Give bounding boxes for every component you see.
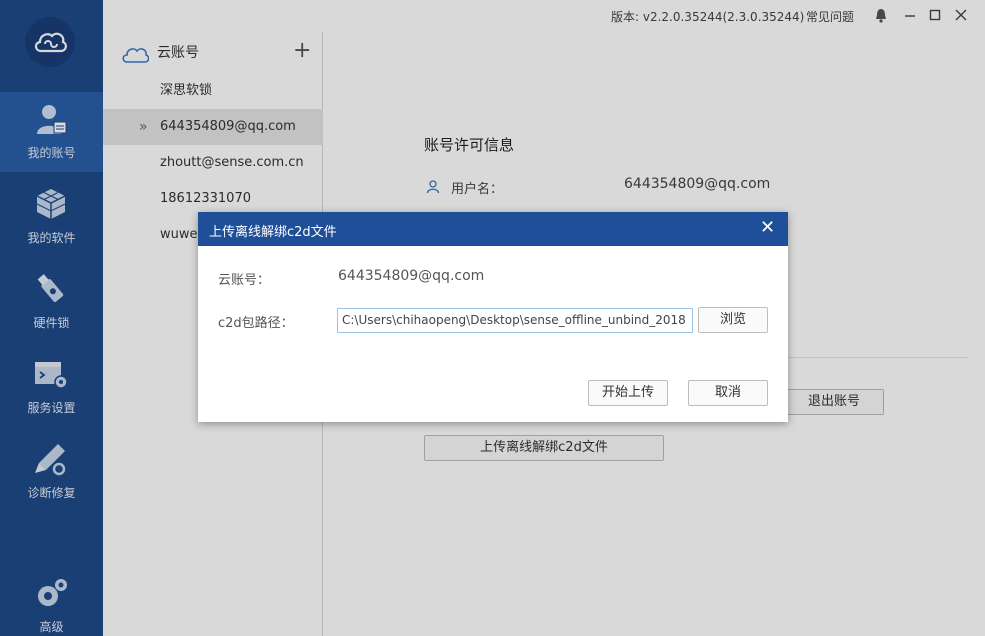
c2d-path-input[interactable]: C:\Users\chihaopeng\Desktop\sense_offlin… <box>337 308 693 333</box>
cloud-account-value: 644354809@qq.com <box>338 268 485 284</box>
start-upload-button[interactable]: 开始上传 <box>588 380 668 406</box>
dialog-header: 上传离线解绑c2d文件 ✕ <box>198 212 788 246</box>
dialog-title: 上传离线解绑c2d文件 <box>209 225 337 240</box>
dialog-close-icon[interactable]: ✕ <box>760 218 775 238</box>
c2d-path-label: c2d包路径： <box>218 316 294 331</box>
upload-c2d-dialog: 上传离线解绑c2d文件 ✕ 云账号： 644354809@qq.com c2d包… <box>198 212 788 422</box>
cloud-account-label: 云账号： <box>218 273 271 288</box>
browse-button[interactable]: 浏览 <box>698 307 768 333</box>
cancel-button[interactable]: 取消 <box>688 380 768 406</box>
